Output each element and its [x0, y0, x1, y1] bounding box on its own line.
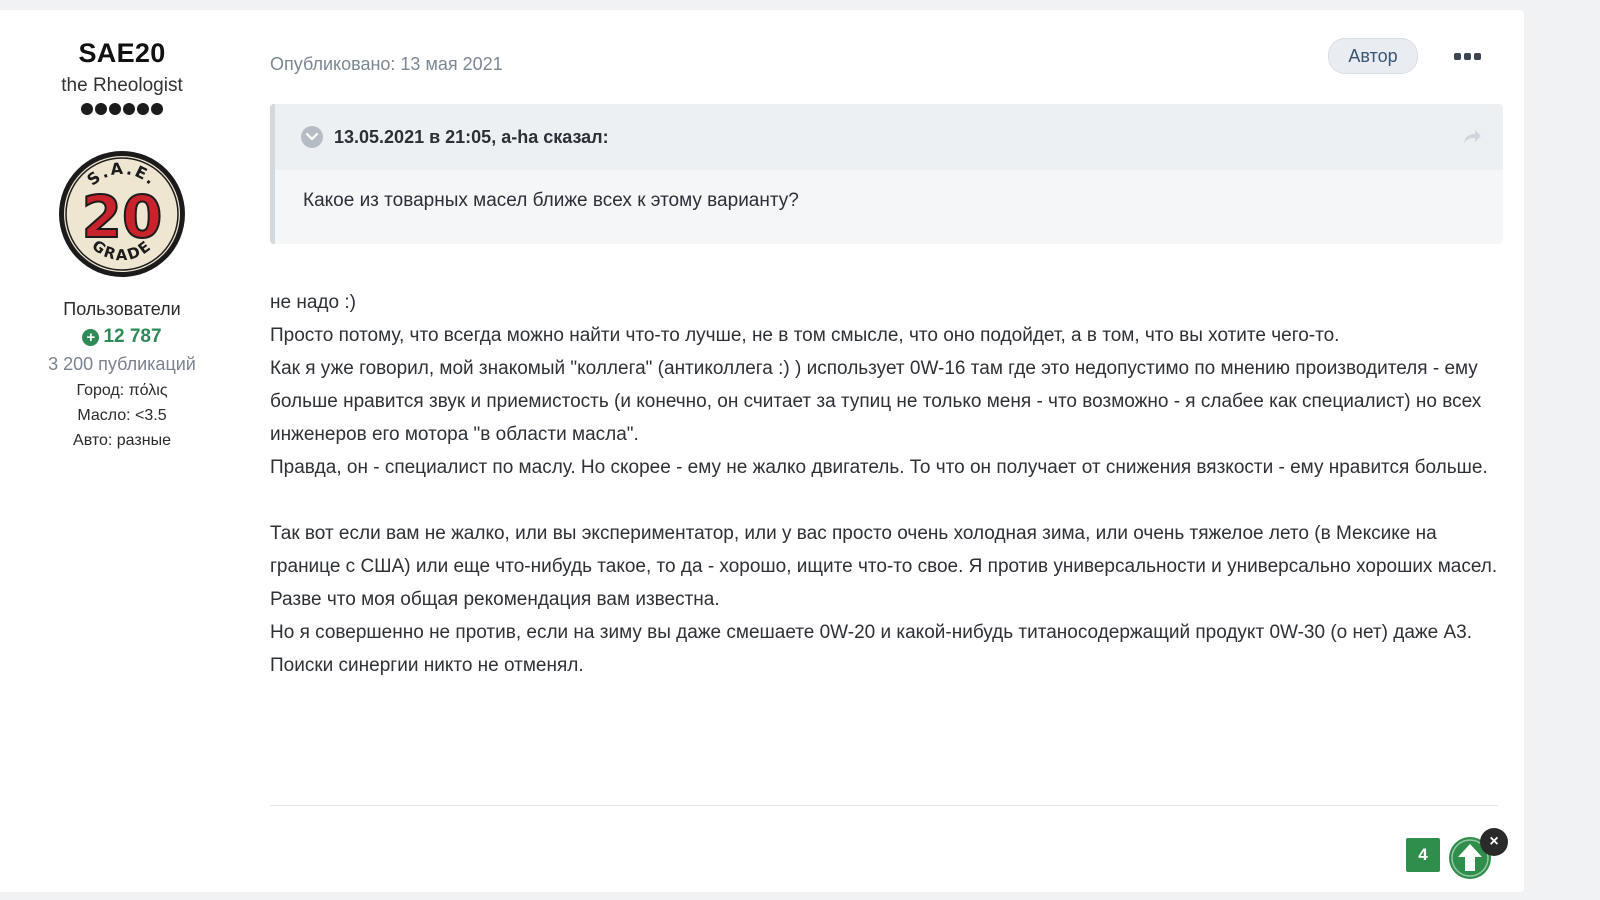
post-paragraph: Просто потому, что всегда можно найти чт…: [270, 325, 1340, 346]
author-posts-count[interactable]: 3 200 публикаций: [0, 354, 244, 375]
author-field-car: Авто: разные: [73, 432, 171, 449]
post-divider: [270, 805, 1498, 806]
reaction-count[interactable]: 4: [1406, 838, 1440, 872]
author-reputation: + 12 787: [0, 326, 244, 348]
rank-dot: [109, 103, 121, 115]
quote-block: 13.05.2021 в 21:05, a-ha сказал: Какое и…: [270, 104, 1503, 244]
author-title: the Rheologist: [61, 75, 183, 96]
post-content: не надо :) Просто потому, что всегда мож…: [270, 286, 1510, 682]
post-paragraph: Так вот если вам не жалко, или вы экспер…: [270, 523, 1498, 577]
author-panel: SAE20 the Rheologist S.A.E. 20 GRADE Пол…: [0, 10, 244, 450]
post-paragraph: Как я уже говорил, мой знакомый "коллега…: [270, 358, 1482, 445]
rank-dot: [123, 103, 135, 115]
post-paragraph: Разве что моя общая рекомендация вам изв…: [270, 589, 720, 610]
rank-dot: [81, 103, 93, 115]
author-group: Пользователи: [63, 299, 181, 319]
share-arrow-icon[interactable]: [1461, 126, 1483, 148]
avatar[interactable]: S.A.E. 20 GRADE: [57, 149, 187, 279]
avatar-number: 20: [82, 183, 163, 251]
close-reaction-button[interactable]: ×: [1480, 828, 1508, 856]
quote-text: Какое из товарных масел ближе всех к это…: [303, 190, 799, 211]
rank-dots: [0, 103, 244, 115]
post-paragraph: не надо :): [270, 292, 356, 313]
more-options-icon[interactable]: [1454, 50, 1482, 62]
quote-citation[interactable]: 13.05.2021 в 21:05, a-ha сказал:: [334, 127, 609, 148]
author-name[interactable]: SAE20: [0, 38, 244, 69]
post-paragraph: Но я совершенно не против, если на зиму …: [270, 622, 1472, 676]
author-field-city: Город: πόλις: [76, 382, 168, 399]
plus-circle-icon: +: [82, 328, 100, 346]
post-paragraph: Правда, он - специалист по маслу. Но ско…: [270, 457, 1488, 478]
post-card: SAE20 the Rheologist S.A.E. 20 GRADE Пол…: [0, 10, 1524, 892]
quote-header: 13.05.2021 в 21:05, a-ha сказал:: [275, 104, 1503, 170]
rank-dot: [151, 103, 163, 115]
reputation-value: 12 787: [103, 326, 162, 347]
more-dot: [1454, 52, 1461, 60]
post-date[interactable]: Опубликовано: 13 мая 2021: [270, 54, 503, 75]
chevron-down-icon[interactable]: [301, 126, 323, 148]
author-badge: Автор: [1328, 38, 1418, 74]
more-dot: [1464, 52, 1471, 60]
rank-dot: [95, 103, 107, 115]
more-dot: [1474, 52, 1481, 60]
author-field-oil: Масло: <3.5: [77, 407, 167, 424]
rank-dot: [137, 103, 149, 115]
